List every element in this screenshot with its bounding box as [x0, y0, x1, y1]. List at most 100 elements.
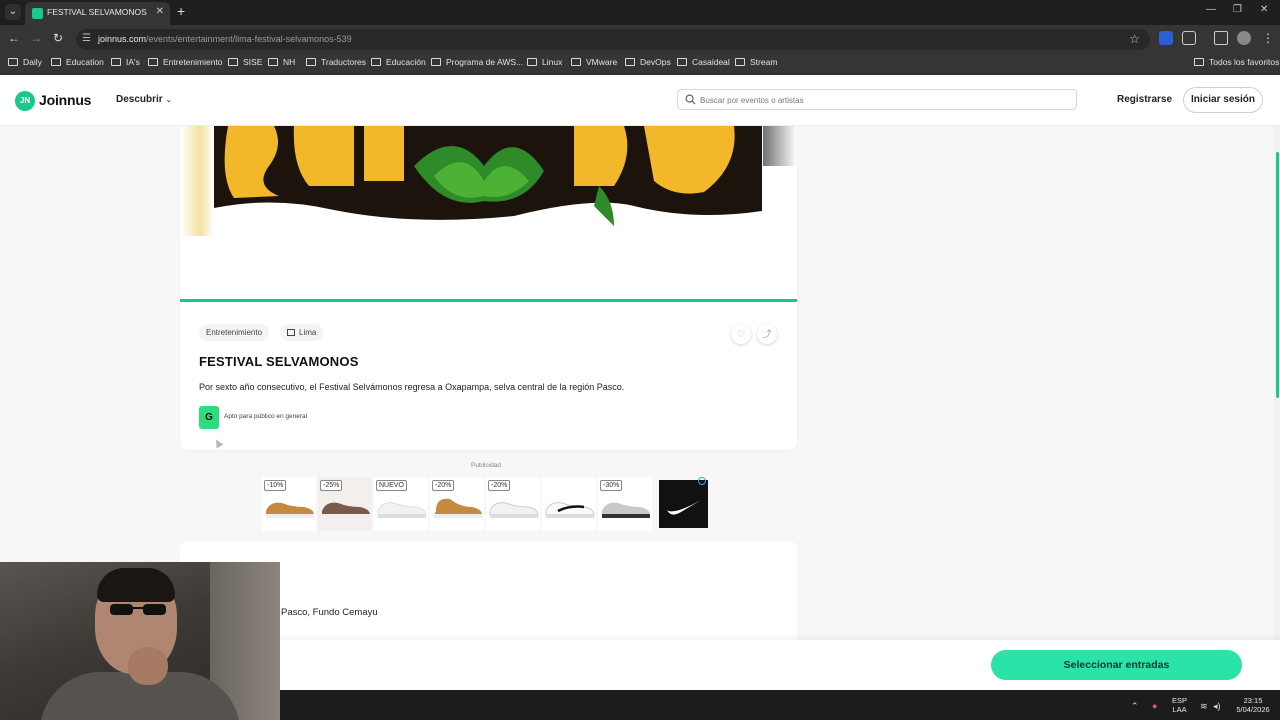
ad-info-icon[interactable]	[698, 477, 706, 485]
tab-close-icon[interactable]: ✕	[156, 6, 164, 17]
folder-icon	[8, 58, 18, 66]
ad-product[interactable]: -20%	[430, 477, 484, 531]
browser-menu-icon[interactable]: ⋮	[1260, 31, 1276, 45]
bookmark-linux[interactable]: Linux	[527, 57, 562, 67]
nike-logo[interactable]	[659, 480, 708, 528]
folder-icon	[371, 58, 381, 66]
shoe-image	[322, 502, 370, 518]
bookmark-nh[interactable]: NH	[268, 57, 295, 67]
ad-product[interactable]: NUEVO	[374, 477, 428, 531]
event-card: Entretenimiento Lima ♡ ⤴ FESTIVAL SELVAM…	[180, 126, 797, 450]
folder-icon	[111, 58, 121, 66]
minimize-icon[interactable]: —	[1206, 4, 1216, 15]
bookmark-aws[interactable]: Programa de AWS...	[431, 57, 523, 67]
ad-tag: -25%	[320, 480, 343, 491]
select-tickets-button[interactable]: Seleccionar entradas	[991, 650, 1242, 680]
reload-icon[interactable]: ↻	[50, 31, 66, 45]
folder-icon	[735, 58, 745, 66]
ad-tag: -10%	[264, 480, 287, 491]
rating-badge: G	[199, 406, 219, 429]
language-indicator[interactable]: ESP LAA	[1172, 696, 1187, 714]
chevron-down-icon: ⌄	[165, 97, 172, 104]
tray-expand-icon[interactable]: ⌃	[1131, 701, 1139, 712]
folder-icon	[527, 58, 537, 66]
event-location: Pasco, Fundo Cemayu	[281, 607, 378, 618]
extension-icon[interactable]	[1159, 31, 1173, 45]
ad-tag: -30%	[600, 480, 623, 491]
ad-product[interactable]: -30%	[598, 477, 652, 531]
volume-icon[interactable]: ◂)	[1213, 701, 1221, 712]
category-chip[interactable]: Entretenimiento	[199, 324, 270, 341]
window-close-icon[interactable]: ✕	[1260, 4, 1268, 15]
register-link[interactable]: Registrarse	[1117, 94, 1172, 105]
ad-banner[interactable]: -10% -25% NUEVO -20% -20% -30%	[262, 477, 715, 531]
site-info-icon[interactable]: ☰	[82, 33, 91, 44]
scrollbar-thumb[interactable]	[1276, 152, 1279, 398]
folder-icon	[1194, 58, 1204, 66]
bookmark-stream[interactable]: Stream	[735, 57, 777, 67]
nike-swoosh-icon	[667, 500, 701, 515]
discover-menu[interactable]: Descubrir ⌄	[116, 94, 172, 105]
address-bar[interactable]: ☰ joinnus.com/events/entertainment/lima-…	[76, 29, 1150, 50]
login-button[interactable]: Iniciar sesión	[1183, 87, 1263, 113]
folder-icon	[677, 58, 687, 66]
browser-toolbar: ← → ↻ ☰ joinnus.com/events/entertainment…	[0, 25, 1280, 53]
bookmark-ias[interactable]: IA's	[111, 57, 140, 67]
city-chip[interactable]: Lima	[280, 324, 324, 341]
bookmark-educacion[interactable]: Educación	[371, 57, 426, 67]
search-icon	[685, 94, 696, 105]
media-icon[interactable]	[1214, 31, 1228, 45]
banner-edge	[180, 126, 214, 236]
back-icon[interactable]: ←	[6, 31, 22, 45]
all-bookmarks[interactable]: Todos los favoritos	[1194, 57, 1279, 67]
tab-search-icon[interactable]: ⌄	[5, 4, 21, 20]
ad-tag: -20%	[488, 480, 511, 491]
webcam-person-hair	[97, 568, 175, 602]
bookmarks-bar: Daily Education IA's Entretenimiento SIS…	[0, 53, 1280, 75]
search-box[interactable]	[677, 89, 1077, 110]
extensions-puzzle-icon[interactable]	[1182, 31, 1196, 45]
folder-icon	[148, 58, 158, 66]
bookmark-devops[interactable]: DevOps	[625, 57, 671, 67]
forward-icon[interactable]: →	[28, 31, 44, 45]
microphone-icon[interactable]: ●	[1152, 701, 1157, 711]
folder-icon	[268, 58, 278, 66]
ad-product[interactable]	[542, 477, 596, 531]
folder-icon	[625, 58, 635, 66]
wifi-icon[interactable]: ≋	[1200, 701, 1208, 712]
folder-icon	[571, 58, 581, 66]
favorite-heart-icon[interactable]: ♡	[731, 324, 751, 344]
folder-icon	[306, 58, 316, 66]
profile-avatar[interactable]	[1237, 31, 1251, 45]
bookmark-star-icon[interactable]: ☆	[1129, 32, 1140, 46]
webcam-person-hand	[128, 647, 168, 685]
rating-text: Apto para público en general	[224, 413, 308, 420]
ad-product[interactable]: -25%	[318, 477, 372, 531]
folder-icon	[431, 58, 441, 66]
joinnus-logo-icon[interactable]: JN	[15, 91, 35, 111]
share-icon[interactable]: ⤴	[757, 324, 777, 344]
restore-icon[interactable]: ❐	[1233, 4, 1242, 15]
clock[interactable]: 23:15 5/04/2026	[1232, 696, 1274, 714]
ad-product[interactable]: -10%	[262, 477, 316, 531]
ad-tag: -20%	[432, 480, 455, 491]
event-title: FESTIVAL SELVAMONOS	[199, 354, 359, 369]
joinnus-favicon-icon	[32, 8, 43, 19]
url-text[interactable]: joinnus.com/events/entertainment/lima-fe…	[98, 34, 352, 44]
bookmark-traductores[interactable]: Traductores	[306, 57, 366, 67]
bookmark-vmware[interactable]: VMware	[571, 57, 617, 67]
event-description: Por sexto año consecutivo, el Festival S…	[199, 382, 625, 392]
new-tab-icon[interactable]: +	[177, 3, 185, 19]
ad-product[interactable]: -20%	[486, 477, 540, 531]
bookmark-sise[interactable]: SISE	[228, 57, 262, 67]
bookmark-entretenimiento[interactable]: Entretenimiento	[148, 57, 223, 67]
bookmark-daily[interactable]: Daily	[8, 57, 42, 67]
search-input[interactable]	[700, 93, 1070, 107]
logo-text[interactable]: Joinnus	[39, 92, 91, 108]
bookmark-education[interactable]: Education	[51, 57, 104, 67]
shoe-image	[545, 502, 595, 518]
event-banner	[180, 126, 797, 302]
browser-tab-active[interactable]: FESTIVAL SELVAMONOS | Joinn ✕	[25, 2, 170, 25]
shoe-image	[377, 502, 427, 518]
bookmark-casaideal[interactable]: Casaideal	[677, 57, 730, 67]
